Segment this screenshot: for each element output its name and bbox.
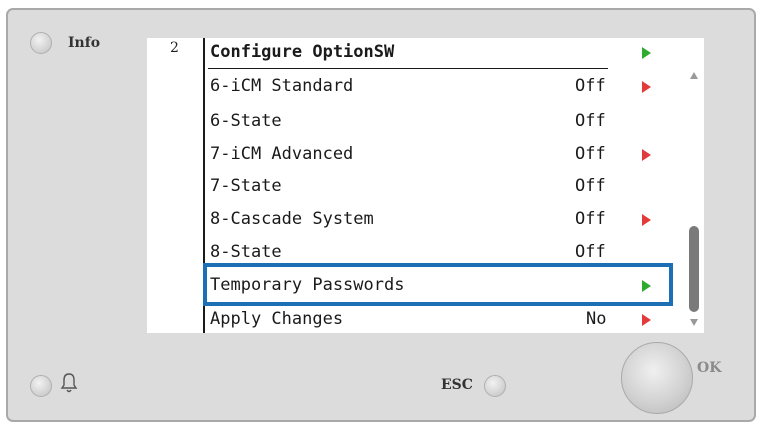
row-value: Off xyxy=(575,76,606,96)
bell-icon xyxy=(60,373,78,393)
menu-row-6-state: 6-State Off xyxy=(208,107,658,137)
row-value: Off xyxy=(575,242,606,262)
menu-title-row[interactable]: Configure OptionSW xyxy=(208,38,658,69)
menu-row-6-icm-standard[interactable]: 6-iCM Standard Off xyxy=(208,72,658,102)
triangle-right-icon xyxy=(642,149,651,161)
row-value: Off xyxy=(575,176,606,196)
row-label: 7-iCM Advanced xyxy=(210,144,354,164)
ok-label: OK xyxy=(697,360,722,376)
row-label: 6-iCM Standard xyxy=(210,76,354,96)
triangle-right-icon xyxy=(642,47,651,59)
esc-button[interactable] xyxy=(484,375,506,397)
menu-row-8-cascade-system[interactable]: 8-Cascade System Off xyxy=(208,205,658,235)
menu-row-7-state: 7-State Off xyxy=(208,172,658,202)
row-value: No xyxy=(586,309,607,329)
row-label: 6-State xyxy=(210,111,282,131)
alarm-button[interactable] xyxy=(30,375,52,397)
triangle-right-icon xyxy=(642,214,651,226)
row-value: Off xyxy=(575,111,606,131)
selection-highlight xyxy=(203,263,673,306)
title-underline xyxy=(208,68,608,69)
scroll-up-icon[interactable] xyxy=(690,72,698,79)
row-label: Apply Changes xyxy=(210,309,344,329)
info-label: Info xyxy=(68,35,101,51)
triangle-right-icon xyxy=(642,81,651,93)
row-value: Off xyxy=(575,209,606,229)
ok-knob[interactable] xyxy=(621,342,693,414)
row-label: 8-Cascade System xyxy=(210,209,374,229)
row-value: Off xyxy=(575,144,606,164)
page-number: 2 xyxy=(170,40,179,56)
menu-row-apply-changes[interactable]: Apply Changes No xyxy=(208,305,658,335)
triangle-right-icon xyxy=(642,314,651,326)
row-label: 8-State xyxy=(210,242,282,262)
row-label: 7-State xyxy=(210,176,282,196)
scroll-down-icon[interactable] xyxy=(690,319,698,326)
esc-label: ESC xyxy=(441,377,473,393)
page-title: Configure OptionSW xyxy=(210,42,395,62)
scrollbar-thumb[interactable] xyxy=(689,226,699,312)
info-button[interactable] xyxy=(30,32,52,54)
menu-row-7-icm-advanced[interactable]: 7-iCM Advanced Off xyxy=(208,140,658,170)
